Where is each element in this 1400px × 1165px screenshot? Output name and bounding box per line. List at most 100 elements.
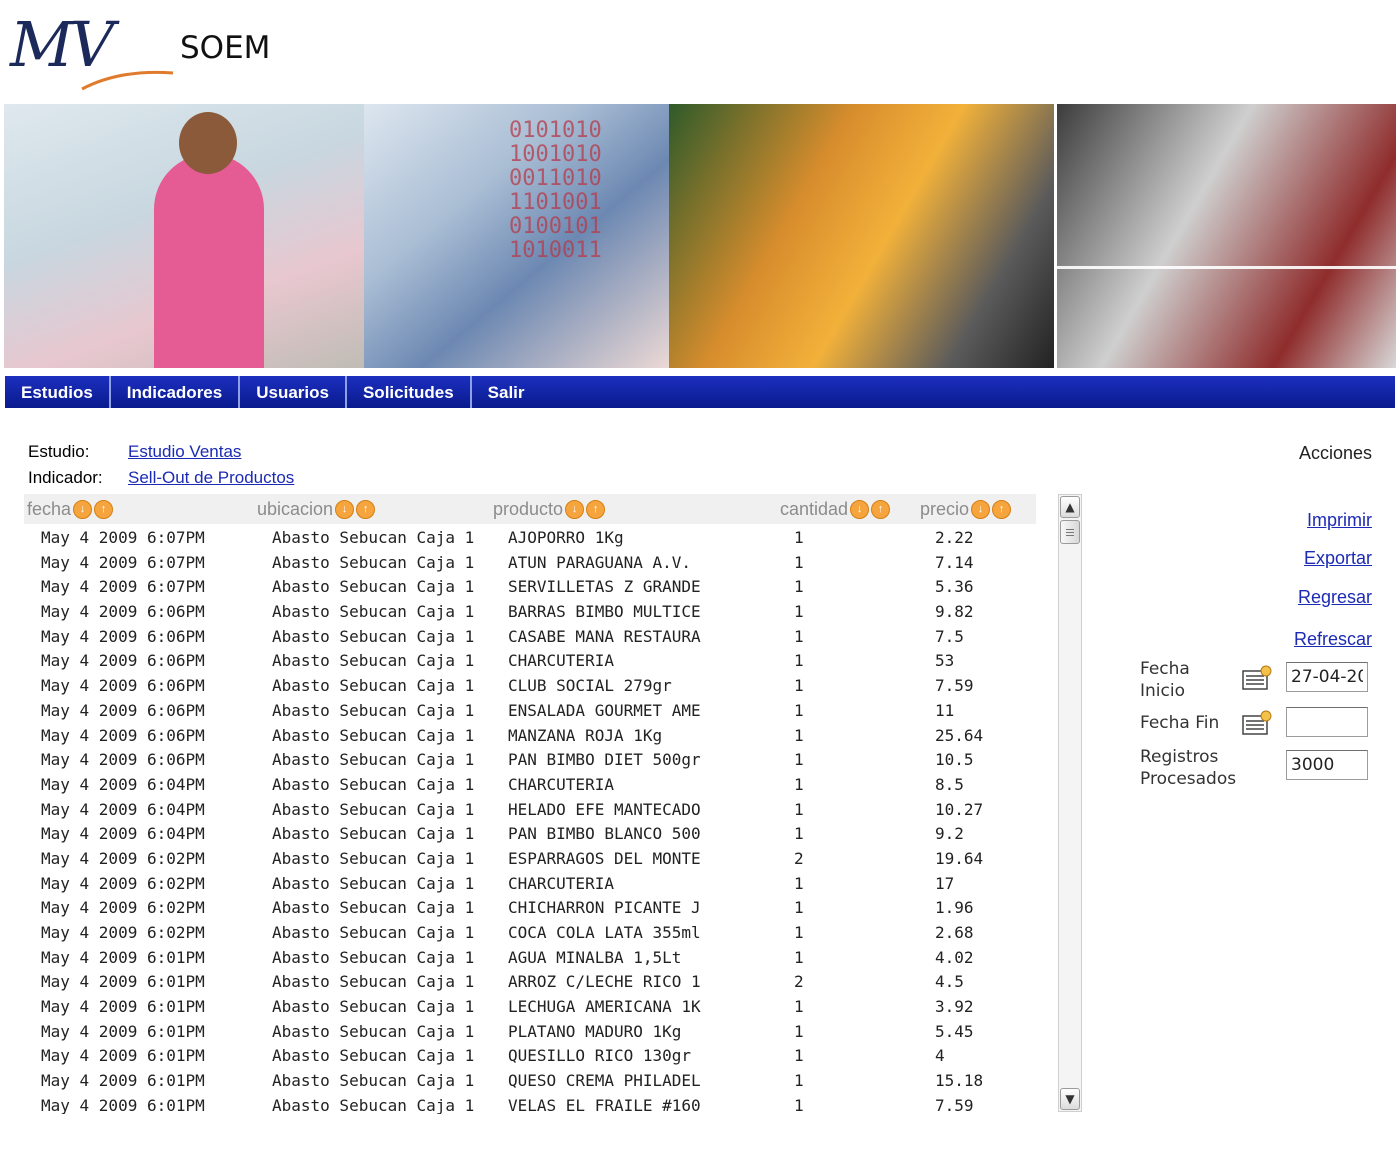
sort-asc-icon[interactable]: ↑ [94, 500, 114, 519]
indicador-label: Indicador: [28, 468, 103, 487]
column-header-cantidad[interactable]: cantidad ↓ ↑ [780, 499, 891, 520]
cell-ubicacion: Abasto Sebucan Caja 1 [272, 799, 475, 819]
cell-fecha: May 4 2009 6:02PM [41, 873, 205, 893]
fecha-inicio-input[interactable] [1286, 662, 1368, 692]
refrescar-link[interactable]: Refrescar [1294, 629, 1372, 650]
column-header-fecha[interactable]: fecha ↓ ↑ [27, 499, 114, 520]
cell-cantidad: 1 [794, 602, 804, 622]
imprimir-link[interactable]: Imprimir [1307, 510, 1372, 531]
nav-item-usuarios[interactable]: Usuarios [240, 376, 347, 408]
cell-ubicacion: Abasto Sebucan Caja 1 [272, 651, 475, 671]
regresar-link[interactable]: Regresar [1298, 587, 1372, 608]
table-row[interactable]: May 4 2009 6:06PM Abasto Sebucan Caja 1 CH… [24, 649, 1036, 674]
cell-cantidad: 1 [794, 577, 804, 597]
cell-precio: 53 [935, 651, 955, 671]
table-row[interactable]: May 4 2009 6:06PM Abasto Sebucan Caja 1 CA… [24, 625, 1036, 650]
cell-ubicacion: Abasto Sebucan Caja 1 [272, 898, 475, 918]
app-name: SOEM [180, 30, 271, 66]
cell-cantidad: 1 [794, 947, 804, 967]
cell-producto: PAN BIMBO DIET 500gr [508, 750, 701, 770]
cell-producto: AJOPORRO 1Kg [508, 528, 624, 547]
cell-ubicacion: Abasto Sebucan Caja 1 [272, 923, 475, 942]
table-row[interactable]: May 4 2009 6:06PM Abasto Sebucan Caja 1 BA… [24, 600, 1036, 625]
arrow-up-icon[interactable]: ▲ [1060, 496, 1080, 518]
table-row[interactable]: May 4 2009 6:01PM Abasto Sebucan Caja 1 QU… [24, 1069, 1036, 1094]
sort-asc-icon[interactable]: ↑ [871, 500, 891, 519]
nav-item-indicadores[interactable]: Indicadores [111, 376, 241, 408]
calendar-icon[interactable] [1242, 665, 1272, 691]
cell-producto: MANZANA ROJA 1Kg [508, 725, 663, 745]
cell-ubicacion: Abasto Sebucan Caja 1 [272, 972, 475, 992]
cell-cantidad: 1 [794, 1095, 804, 1114]
cell-fecha: May 4 2009 6:01PM [41, 1021, 205, 1041]
sort-asc-icon[interactable]: ↑ [356, 500, 376, 519]
scrollbar-thumb[interactable] [1060, 520, 1080, 544]
cell-precio: 2.68 [935, 923, 974, 942]
table-row[interactable]: May 4 2009 6:01PM Abasto Sebucan Caja 1 VE… [24, 1094, 1036, 1114]
table-row[interactable]: May 4 2009 6:04PM Abasto Sebucan Caja 1 HE… [24, 798, 1036, 823]
table-row[interactable]: May 4 2009 6:04PM Abasto Sebucan Caja 1 CH… [24, 773, 1036, 798]
sort-desc-icon[interactable]: ↓ [73, 500, 93, 519]
calendar-icon[interactable] [1242, 710, 1272, 736]
cell-cantidad: 1 [794, 799, 804, 819]
banner-figure [154, 154, 264, 368]
table-row[interactable]: May 4 2009 6:06PM Abasto Sebucan Caja 1 EN… [24, 699, 1036, 724]
table-row[interactable]: May 4 2009 6:07PM Abasto Sebucan Caja 1 AT… [24, 551, 1036, 576]
cell-precio: 2.22 [935, 528, 974, 547]
cell-ubicacion: Abasto Sebucan Caja 1 [272, 602, 475, 622]
cell-ubicacion: Abasto Sebucan Caja 1 [272, 1095, 475, 1114]
nav-item-salir[interactable]: Salir [472, 376, 541, 408]
registros-input[interactable] [1286, 750, 1368, 780]
indicador-link[interactable]: Sell-Out de Productos [128, 468, 294, 488]
table-row[interactable]: May 4 2009 6:01PM Abasto Sebucan Caja 1 AG… [24, 946, 1036, 971]
nav-item-estudios[interactable]: Estudios [5, 376, 111, 408]
sort-asc-icon[interactable]: ↑ [586, 500, 606, 519]
table-row[interactable]: May 4 2009 6:04PM Abasto Sebucan Caja 1 PA… [24, 822, 1036, 847]
table-scrollbar[interactable]: ▲ ▼ [1058, 494, 1082, 1112]
column-header-precio[interactable]: precio ↓ ↑ [920, 499, 1012, 520]
cell-producto: BARRAS BIMBO MULTICE [508, 602, 701, 622]
cell-precio: 4.02 [935, 947, 974, 967]
table-row[interactable]: May 4 2009 6:07PM Abasto Sebucan Caja 1 AJ… [24, 526, 1036, 551]
cell-producto: CLUB SOCIAL 279gr [508, 676, 672, 696]
sort-desc-icon[interactable]: ↓ [335, 500, 355, 519]
cell-fecha: May 4 2009 6:07PM [41, 577, 205, 597]
logo-swoosh-icon [81, 70, 174, 91]
column-header-ubicacion[interactable]: ubicacion ↓ ↑ [257, 499, 376, 520]
banner-divider [1056, 266, 1396, 269]
cell-ubicacion: Abasto Sebucan Caja 1 [272, 750, 475, 770]
cell-ubicacion: Abasto Sebucan Caja 1 [272, 774, 475, 794]
cell-ubicacion: Abasto Sebucan Caja 1 [272, 873, 475, 893]
column-header-producto[interactable]: producto ↓ ↑ [493, 499, 606, 520]
banner-binary-pattern: 0101010 1001010 0011010 1101001 0100101 10100… [509, 118, 602, 263]
table-row[interactable]: May 4 2009 6:01PM Abasto Sebucan Caja 1 QU… [24, 1044, 1036, 1069]
cell-ubicacion: Abasto Sebucan Caja 1 [272, 824, 475, 844]
cell-fecha: May 4 2009 6:04PM [41, 824, 205, 844]
cell-fecha: May 4 2009 6:01PM [41, 1095, 205, 1114]
table-row[interactable]: May 4 2009 6:06PM Abasto Sebucan Caja 1 CL… [24, 674, 1036, 699]
table-row[interactable]: May 4 2009 6:02PM Abasto Sebucan Caja 1 CH… [24, 872, 1036, 897]
cell-precio: 3.92 [935, 997, 974, 1017]
table-row[interactable]: May 4 2009 6:02PM Abasto Sebucan Caja 1 ES… [24, 847, 1036, 872]
estudio-link[interactable]: Estudio Ventas [128, 442, 241, 462]
table-body: May 4 2009 6:07PM Abasto Sebucan Caja 1 AJ… [24, 526, 1036, 1114]
fecha-fin-input[interactable] [1286, 707, 1368, 737]
sort-desc-icon[interactable]: ↓ [850, 500, 870, 519]
table-row[interactable]: May 4 2009 6:01PM Abasto Sebucan Caja 1 LE… [24, 995, 1036, 1020]
table-row[interactable]: May 4 2009 6:01PM Abasto Sebucan Caja 1 PL… [24, 1020, 1036, 1045]
cell-producto: ESPARRAGOS DEL MONTE [508, 848, 701, 868]
cell-precio: 10.27 [935, 799, 984, 819]
sort-asc-icon[interactable]: ↑ [992, 500, 1012, 519]
sort-desc-icon[interactable]: ↓ [971, 500, 991, 519]
table-row[interactable]: May 4 2009 6:07PM Abasto Sebucan Caja 1 SE… [24, 575, 1036, 600]
column-header-label: fecha [27, 499, 72, 519]
sort-desc-icon[interactable]: ↓ [565, 500, 585, 519]
table-row[interactable]: May 4 2009 6:06PM Abasto Sebucan Caja 1 PA… [24, 748, 1036, 773]
table-row[interactable]: May 4 2009 6:02PM Abasto Sebucan Caja 1 CH… [24, 896, 1036, 921]
exportar-link[interactable]: Exportar [1304, 548, 1372, 569]
table-row[interactable]: May 4 2009 6:01PM Abasto Sebucan Caja 1 AR… [24, 970, 1036, 995]
nav-item-solicitudes[interactable]: Solicitudes [347, 376, 472, 408]
arrow-down-icon[interactable]: ▼ [1060, 1088, 1080, 1110]
table-row[interactable]: May 4 2009 6:02PM Abasto Sebucan Caja 1 CO… [24, 921, 1036, 946]
table-row[interactable]: May 4 2009 6:06PM Abasto Sebucan Caja 1 MA… [24, 724, 1036, 749]
